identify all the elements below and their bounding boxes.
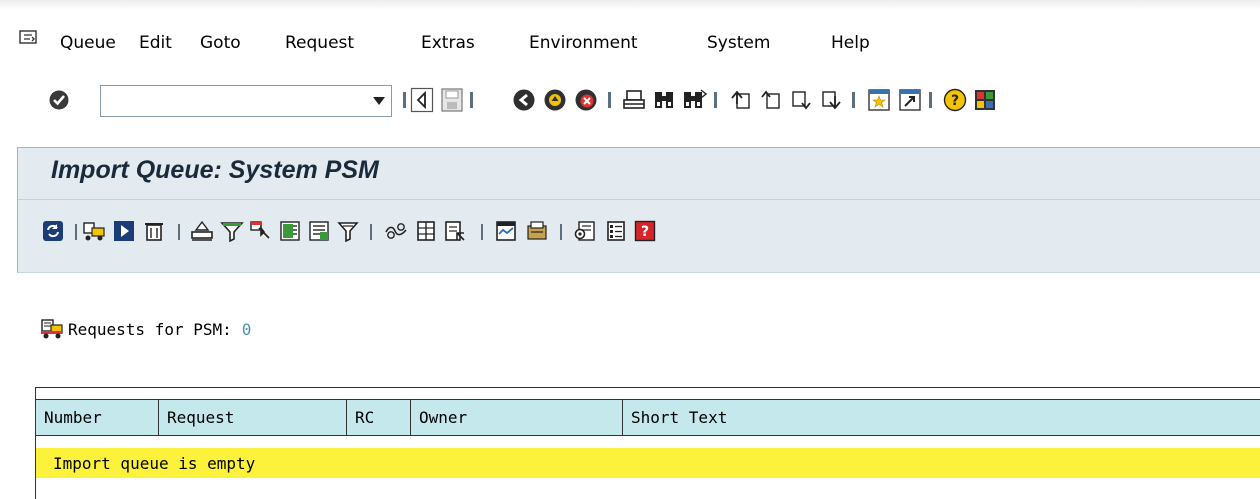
print-icon[interactable] <box>620 86 648 114</box>
select-block-icon[interactable] <box>248 218 274 244</box>
monitor-icon[interactable] <box>493 218 519 244</box>
column-header-rc[interactable]: RC <box>346 400 410 435</box>
details-icon[interactable] <box>413 218 439 244</box>
chevron-down-icon[interactable] <box>373 97 385 105</box>
help-icon[interactable]: ? <box>941 86 969 114</box>
menu-help[interactable]: Help <box>831 33 870 53</box>
tools-icon[interactable] <box>524 218 550 244</box>
filter-icon[interactable] <box>219 218 245 244</box>
toolbar-separator <box>403 92 406 108</box>
shortcut-icon[interactable] <box>896 86 924 114</box>
toolbar-separator <box>852 92 855 108</box>
save-icon[interactable] <box>438 86 466 114</box>
column-header-short-text[interactable]: Short Text <box>622 400 1260 435</box>
svg-text:?: ? <box>951 93 959 109</box>
menu-edit[interactable]: Edit <box>139 33 172 53</box>
view-details-icon[interactable] <box>443 218 469 244</box>
svg-text:?: ? <box>641 224 649 240</box>
command-field[interactable] <box>100 85 392 117</box>
toolbar-separator <box>178 224 180 240</box>
empty-queue-message: Import queue is empty <box>36 448 1260 478</box>
back-icon[interactable] <box>408 86 436 114</box>
find-icon[interactable] <box>650 86 678 114</box>
first-page-icon[interactable] <box>727 86 755 114</box>
page-title: Import Queue: System PSM <box>51 156 379 184</box>
toolbar-separator <box>608 92 611 108</box>
refresh-icon[interactable] <box>40 218 66 244</box>
column-header-request[interactable]: Request <box>158 400 346 435</box>
create-session-icon[interactable] <box>865 86 893 114</box>
toolbar-separator <box>929 92 932 108</box>
previous-page-icon[interactable] <box>757 86 785 114</box>
menu-queue[interactable]: Queue <box>60 33 116 53</box>
menu-goto[interactable]: Goto <box>200 33 241 53</box>
delete-icon[interactable] <box>141 218 167 244</box>
toolbar-separator <box>481 224 483 240</box>
title-divider <box>18 199 1260 200</box>
toolbar-separator <box>560 224 562 240</box>
list-icon[interactable] <box>603 218 629 244</box>
menu-toggle-icon[interactable] <box>19 30 37 44</box>
toolbar-separator <box>75 224 77 240</box>
funnel-icon[interactable] <box>335 218 361 244</box>
table-header: Number Request RC Owner Short Text <box>36 399 1260 436</box>
command-input[interactable] <box>101 86 361 116</box>
truck-icon <box>41 319 63 339</box>
deselect-all-icon[interactable] <box>306 218 332 244</box>
select-icon[interactable] <box>189 218 215 244</box>
cancel-icon[interactable] <box>572 86 600 114</box>
window-top-edge <box>0 0 1260 10</box>
import-request-icon[interactable] <box>81 218 107 244</box>
column-header-owner[interactable]: Owner <box>410 400 622 435</box>
enter-icon[interactable] <box>45 86 73 114</box>
logs-icon[interactable] <box>383 218 409 244</box>
settings-icon[interactable] <box>572 218 598 244</box>
menu-system[interactable]: System <box>707 33 770 53</box>
exit-icon[interactable] <box>541 86 569 114</box>
requests-summary: Requests for PSM: 0 <box>40 318 251 340</box>
layout-icon[interactable] <box>971 86 999 114</box>
column-header-number[interactable]: Number <box>36 400 158 435</box>
menu-extras[interactable]: Extras <box>421 33 475 53</box>
toolbar-separator <box>370 224 372 240</box>
system-toolbar: ? <box>0 82 1260 122</box>
select-all-icon[interactable] <box>277 218 303 244</box>
last-page-icon[interactable] <box>817 86 845 114</box>
title-bar: Import Queue: System PSM ? <box>17 147 1260 273</box>
next-page-icon[interactable] <box>787 86 815 114</box>
import-queue-table: Number Request RC Owner Short Text Impor… <box>35 387 1260 499</box>
toolbar-separator <box>714 92 717 108</box>
find-next-icon[interactable] <box>680 86 708 114</box>
menu-request[interactable]: Request <box>285 33 354 53</box>
menu-bar: Queue Edit Goto Request Extras Environme… <box>0 26 1260 60</box>
requests-label: Requests for PSM: <box>68 319 232 339</box>
legend-icon[interactable]: ? <box>632 218 658 244</box>
requests-count: 0 <box>241 319 252 339</box>
green-back-icon[interactable] <box>510 86 538 114</box>
menu-environment[interactable]: Environment <box>529 33 638 53</box>
toolbar-separator <box>470 92 473 108</box>
start-import-icon[interactable] <box>111 218 137 244</box>
application-toolbar: ? <box>18 218 1260 254</box>
